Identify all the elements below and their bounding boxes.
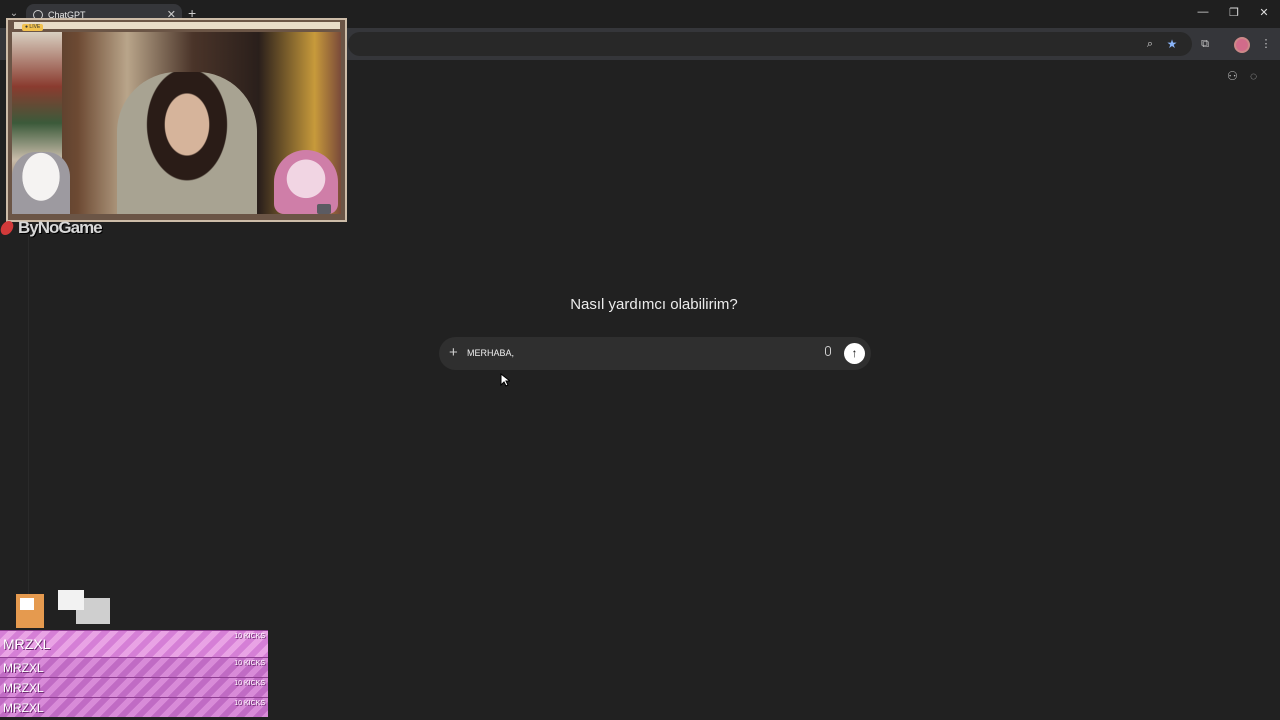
- brand-logo-icon: [0, 221, 15, 235]
- donor-name: MRZXL: [3, 661, 44, 675]
- donation-row: MRZXL 10 KICKS: [0, 697, 268, 717]
- donation-row: MRZXL 10 KICKS: [0, 677, 268, 697]
- chat-welcome-heading: Nasıl yardımcı olabilirim?: [570, 296, 738, 313]
- webcam-video: [12, 32, 341, 214]
- menu-dots-icon[interactable]: ⋮: [1258, 36, 1274, 52]
- bookmark-star-icon[interactable]: ★: [1164, 36, 1180, 52]
- microphone-icon[interactable]: [825, 346, 831, 356]
- donation-row: MRZXL 10 KICKS: [0, 630, 268, 657]
- address-bar[interactable]: [348, 32, 1192, 56]
- donation-amount: 10 KICKS: [234, 700, 265, 707]
- webcam-header-bar: ● LIVE: [14, 22, 340, 31]
- temporary-chat-icon[interactable]: ◌: [1250, 69, 1257, 83]
- divider-line: [28, 236, 29, 616]
- donation-amount: 10 KICKS: [234, 680, 265, 687]
- webcam-overlay: ● LIVE: [6, 18, 347, 222]
- minimize-button[interactable]: —: [1194, 6, 1212, 18]
- cat-badge-icon: [317, 204, 331, 214]
- chat-composer: + ↑: [439, 337, 871, 370]
- donation-amount: 10 KICKS: [234, 660, 265, 667]
- profile-avatar[interactable]: [1234, 37, 1250, 53]
- attach-plus-icon[interactable]: +: [449, 344, 458, 361]
- donation-amount: 10 KICKS: [234, 633, 265, 640]
- prompt-input[interactable]: [467, 348, 807, 358]
- donor-name: MRZXL: [3, 701, 44, 715]
- pixel-grey-cat-icon: [58, 584, 114, 628]
- mouse-cursor-icon: [500, 373, 510, 387]
- share-user-icon[interactable]: ⚇: [1227, 69, 1238, 83]
- live-badge: ● LIVE: [22, 24, 44, 31]
- restore-button[interactable]: ❐: [1225, 6, 1243, 19]
- brand-logo-text: ByNoGame: [18, 218, 103, 237]
- donor-name: MRZXL: [3, 681, 44, 695]
- donor-name: MRZXL: [3, 636, 51, 652]
- donation-row: MRZXL 10 KICKS: [0, 657, 268, 677]
- extensions-icon[interactable]: ⧉: [1197, 36, 1213, 52]
- cat-image: [12, 152, 70, 214]
- streamer-image: [117, 72, 257, 214]
- send-button[interactable]: ↑: [844, 343, 865, 364]
- donation-feed: MRZXL 10 KICKS MRZXL 10 KICKS MRZXL 10 K…: [0, 630, 268, 717]
- window-close-button[interactable]: ✕: [1255, 6, 1273, 19]
- pixel-orange-cat-icon: [14, 594, 54, 628]
- zoom-icon[interactable]: ⌕: [1142, 36, 1158, 52]
